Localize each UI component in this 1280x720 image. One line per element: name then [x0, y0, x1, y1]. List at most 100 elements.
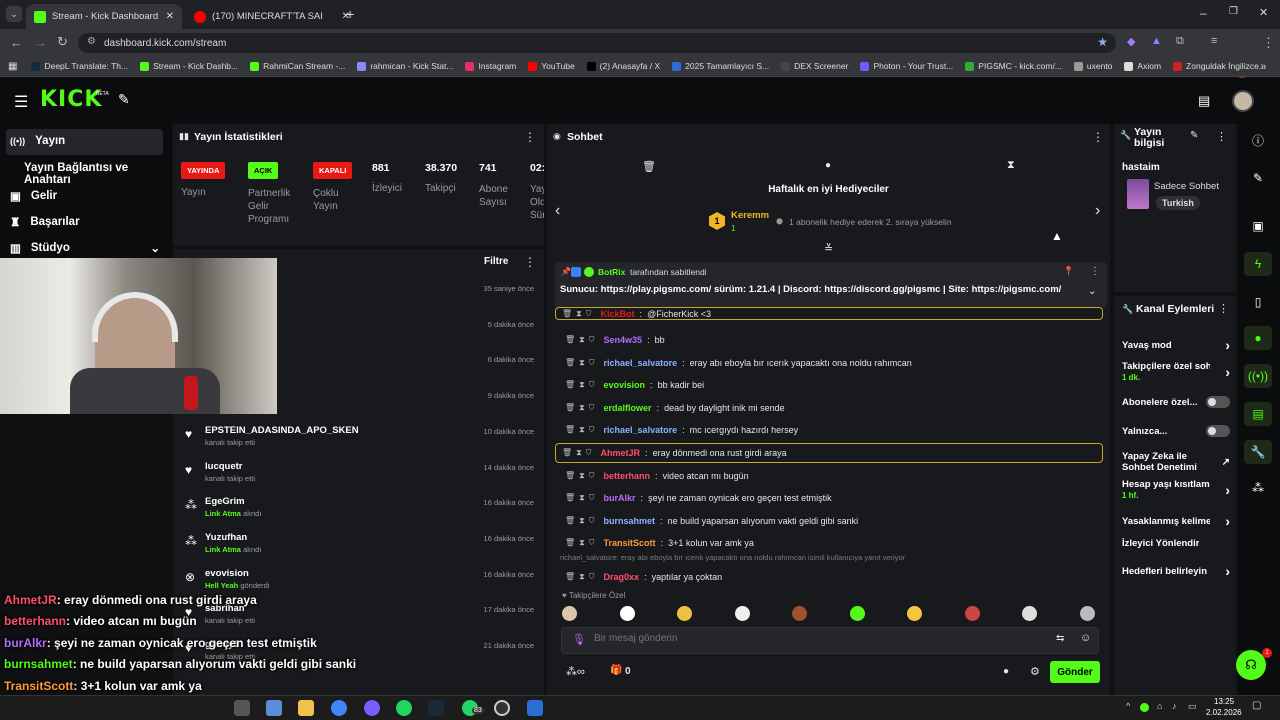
activity-item[interactable]: ♥ sabrihan kanalı takip etti 17 dakika önce: [175, 603, 540, 639]
wallet-header-icon[interactable]: ▤: [1198, 93, 1210, 109]
mod-tools-icon[interactable]: 🗑⧗⛉: [565, 358, 599, 368]
lightning-icon[interactable]: ϟ: [1244, 252, 1272, 276]
emote-icon[interactable]: [562, 606, 577, 621]
chat-username[interactable]: TransitScott: [604, 538, 656, 548]
send-button[interactable]: Gönder: [1050, 661, 1100, 683]
sidebar-item-gelir[interactable]: ▣ Gelir: [10, 189, 57, 203]
chat-username[interactable]: burAlkr: [604, 493, 636, 503]
tab-youtube[interactable]: (170) MINECRAFT'TA SAKLAMB... ✕: [186, 4, 358, 29]
filter-button[interactable]: Filtre: [484, 256, 508, 267]
translate-icon[interactable]: ⇆: [1056, 633, 1064, 644]
gift-icon[interactable]: 🎁: [610, 665, 622, 676]
mod-tools-icon[interactable]: 🗑⧗⛉: [562, 448, 596, 458]
chat-message[interactable]: 🗑⧗⛉ TransitScott:3+1 kolun var amk ya: [565, 533, 1100, 553]
folder-icon[interactable]: [298, 700, 314, 716]
app2-icon[interactable]: [527, 700, 543, 716]
chat-message[interactable]: 🗑⧗⛉ richael_salvatore: mc ıcergıydı hazırd…: [565, 420, 1100, 440]
bookmark-item[interactable]: (2) Anasayfa / X: [586, 61, 660, 71]
chat-settings-icon[interactable]: ⚙: [1030, 665, 1040, 678]
explorer-icon[interactable]: [266, 700, 282, 716]
channel-action-item[interactable]: Abonelere özel...: [1122, 396, 1230, 408]
reload-icon[interactable]: ↻: [57, 34, 68, 50]
app-icon[interactable]: [364, 700, 380, 716]
chat-message[interactable]: 🗑⧗⛉ Drag0xx: yaptılar ya çoktan: [565, 567, 1100, 587]
chat-username[interactable]: AhmetJR: [601, 448, 641, 458]
emote-icon[interactable]: [734, 606, 750, 621]
expand-pinned-icon[interactable]: ⌄: [1088, 286, 1096, 297]
sidebar-item-studyo[interactable]: ▥ Stüdyo ⌄: [10, 241, 160, 255]
channel-action-item[interactable]: Hedefleri belirleyin ›: [1122, 563, 1230, 579]
activity-item[interactable]: ⁂ Yuzufhan Link Atma alındı 16 dakika önce: [175, 532, 540, 568]
chat-username[interactable]: Drag0xx: [604, 572, 640, 582]
extension-icon[interactable]: ◆: [1127, 35, 1135, 48]
document-icon[interactable]: ▯: [1244, 290, 1272, 314]
bookmark-star-icon[interactable]: ★: [1097, 35, 1108, 49]
bookmarks-overflow-icon[interactable]: »: [1260, 61, 1266, 72]
mod-tools-icon[interactable]: 🗑⧗⛉: [565, 493, 599, 503]
tab-search-icon[interactable]: ⌄: [6, 6, 22, 22]
pinned-by-user[interactable]: BotRix: [598, 267, 625, 277]
activity-item[interactable]: ⁂ EgeGrim Link Atma alındı 16 dakika önce: [175, 496, 540, 532]
bookmark-item[interactable]: YouTube: [528, 61, 575, 71]
emote-icon[interactable]: [1079, 606, 1095, 621]
bookmark-item[interactable]: rahmican - Kick Stat...: [357, 61, 453, 71]
channel-action-item[interactable]: Yavaş mod ›: [1122, 337, 1230, 353]
tray-chevron-icon[interactable]: ^: [1126, 701, 1130, 711]
trash-icon[interactable]: 🗑: [642, 160, 656, 173]
volume-icon[interactable]: ♪: [1172, 701, 1177, 711]
user-avatar[interactable]: [1232, 90, 1254, 112]
mod-tools-icon[interactable]: 🗑⧗⛉: [562, 309, 596, 319]
bookmark-item[interactable]: RahmiCan Stream -...: [250, 61, 345, 71]
mod-tools-icon[interactable]: 🗑⧗⛉: [565, 403, 599, 413]
chat-message[interactable]: 🗑⧗⛉ AhmetJR: eray dönmedi ona rust girdi a…: [555, 443, 1103, 463]
new-tab-button[interactable]: +: [346, 6, 354, 22]
steam-icon[interactable]: [428, 700, 444, 716]
bookmark-item[interactable]: Zonguldak İngilizce...: [1173, 61, 1266, 71]
info-icon[interactable]: ⓘ: [1244, 128, 1272, 152]
tab-close-icon[interactable]: ✕: [166, 11, 174, 22]
extension-icon[interactable]: ▲: [1151, 35, 1162, 47]
task-view-icon[interactable]: [234, 700, 250, 716]
sidebar-item-basarilar[interactable]: ♜ Başarılar: [10, 215, 80, 229]
stats-menu-icon[interactable]: ⋮: [524, 130, 536, 144]
gifters-prev-icon[interactable]: ‹: [555, 202, 560, 220]
bookmark-item[interactable]: PIGSMC - kick.com/...: [965, 61, 1062, 71]
browser-menu-icon[interactable]: ⋮: [1262, 35, 1275, 51]
back-icon[interactable]: ←: [10, 35, 23, 50]
spotify-icon[interactable]: [396, 700, 412, 716]
toggle-switch[interactable]: [1206, 425, 1230, 437]
chat-message[interactable]: 🗑⧗⛉ erdalflower: dead by daylight inik mi …: [565, 398, 1100, 418]
chat-username[interactable]: richael_salvatore: [604, 358, 678, 368]
points-rail-icon[interactable]: ⁂: [1244, 476, 1272, 500]
channel-action-item[interactable]: Takipçilere özel soh 1 dk. ›: [1122, 361, 1230, 383]
mod-tools-icon[interactable]: 🗑⧗⛉: [565, 380, 599, 390]
chat-rail-icon[interactable]: ●: [1244, 326, 1272, 350]
activity-item[interactable]: ♥ lucquetr kanalı takip etti 14 dakika önce: [175, 461, 540, 497]
bookmark-item[interactable]: DEX Screener: [781, 61, 848, 71]
chat-username[interactable]: KickBot: [601, 309, 635, 319]
network-icon[interactable]: ⌂: [1157, 701, 1162, 711]
chat-bubble-footer-icon[interactable]: ●: [1003, 666, 1009, 677]
emoji-icon[interactable]: ☺: [1080, 632, 1091, 644]
minimize-icon[interactable]: –: [1200, 6, 1207, 20]
bookmark-item[interactable]: DeepL Translate: Th...: [31, 61, 128, 71]
extensions-puzzle-icon[interactable]: ⧉: [1176, 35, 1184, 48]
chat-message[interactable]: 🗑⧗⛉ evovision: bb kadir bei: [565, 375, 1100, 395]
bookmark-item[interactable]: Instagram: [465, 61, 516, 71]
mic-icon[interactable]: 🎙: [572, 633, 586, 646]
top-gifter-name[interactable]: Keremm: [731, 210, 769, 221]
emote-icon[interactable]: [964, 606, 980, 621]
emote-icon[interactable]: [792, 606, 807, 621]
stream-info-menu-icon[interactable]: ⋮: [1216, 130, 1227, 143]
mod-tools-icon[interactable]: 🗑⧗⛉: [565, 471, 599, 481]
chat-input[interactable]: 🎙 ⇆ ☺: [561, 627, 1099, 654]
emote-icon[interactable]: [1022, 606, 1037, 621]
chat-menu-icon[interactable]: ⋮: [1092, 130, 1104, 144]
close-window-icon[interactable]: ✕: [1259, 6, 1268, 19]
address-bar[interactable]: ⚙ dashboard.kick.com/stream ★: [78, 33, 1116, 53]
channel-action-item[interactable]: Yalnızca...: [1122, 425, 1230, 437]
mod-tools-icon[interactable]: 🗑⧗⛉: [565, 538, 599, 548]
channel-action-item[interactable]: İzleyici Yönlendir: [1122, 538, 1230, 549]
chrome-icon[interactable]: [331, 700, 347, 716]
bookmark-item[interactable]: Stream - Kick Dashb...: [140, 61, 238, 71]
